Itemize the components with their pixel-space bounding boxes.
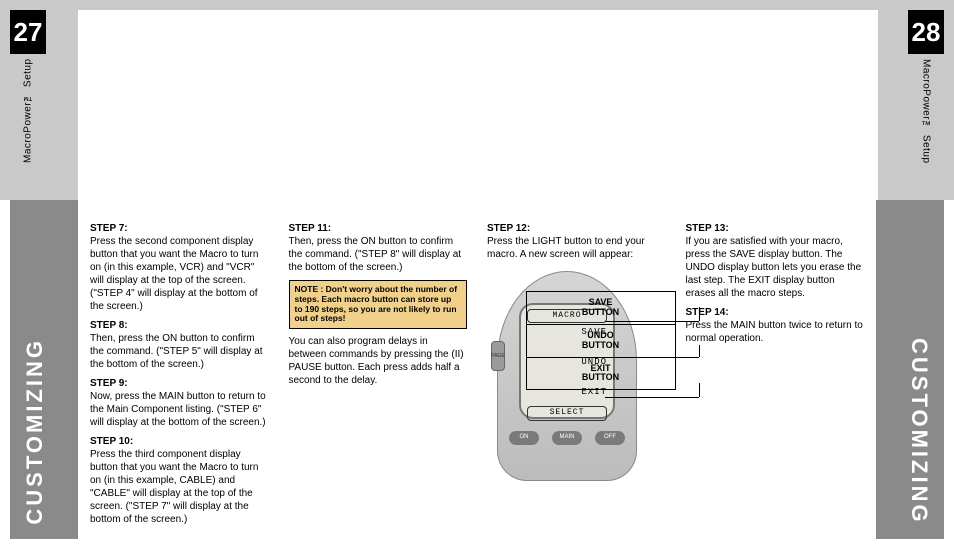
column-4: STEP 13: If you are satisfied with your … <box>686 222 865 533</box>
step-11-heading: STEP 11: <box>289 222 468 235</box>
section-tab-right: MacroPower™ Setup <box>908 56 944 166</box>
label-save-a: SAVE <box>589 297 613 307</box>
step-13-heading: STEP 13: <box>686 222 865 235</box>
step-11b-text: You can also program delays in between c… <box>289 335 468 387</box>
step-12-text: Press the LIGHT button to end your macro… <box>487 235 666 261</box>
on-button: ON <box>509 431 539 445</box>
section-tab-left: MacroPower™ Setup <box>10 56 46 166</box>
step-10-heading: STEP 10: <box>90 435 269 448</box>
leader-v-3 <box>699 383 700 397</box>
columns: STEP 7: Press the second component displ… <box>90 222 864 533</box>
step-8-heading: STEP 8: <box>90 319 269 332</box>
label-save-b: BUTTON <box>582 307 619 317</box>
step-13-text: If you are satisfied with your macro, pr… <box>686 235 865 300</box>
remote-diagram: PAGE MACRO SAVE UNDO EXIT SELECT ON MAIN… <box>487 271 666 461</box>
section-label-left: CUSTOMIZING <box>22 338 48 525</box>
column-1: STEP 7: Press the second component displ… <box>90 222 269 533</box>
page-side-button: PAGE <box>491 341 505 371</box>
column-2: STEP 11: Then, press the ON button to co… <box>289 222 468 533</box>
main-button: MAIN <box>552 431 582 445</box>
callout-labels: SAVE BUTTON UNDO BUTTON EXIT BUTTON <box>526 291 676 390</box>
leader-v-2 <box>699 345 700 357</box>
label-exit: EXIT BUTTON <box>527 358 675 390</box>
label-exit-a: EXIT <box>590 363 610 373</box>
step-10-text: Press the third component display button… <box>90 448 269 526</box>
label-undo: UNDO BUTTON <box>527 325 675 358</box>
step-9-text: Now, press the MAIN button to return to … <box>90 390 269 429</box>
step-9-heading: STEP 9: <box>90 377 269 390</box>
leader-line-3 <box>605 397 699 398</box>
leader-v-1 <box>699 307 700 321</box>
column-3: STEP 12: Press the LIGHT button to end y… <box>487 222 666 533</box>
note-box: NOTE : Don't worry about the number of s… <box>289 280 468 329</box>
label-undo-b: BUTTON <box>582 340 619 350</box>
step-12-heading: STEP 12: <box>487 222 666 235</box>
step-8-text: Then, press the ON button to confirm the… <box>90 332 269 371</box>
step-14-heading: STEP 14: <box>686 306 865 319</box>
step-7-text: Press the second component display butto… <box>90 235 269 313</box>
top-white-area <box>78 10 878 200</box>
section-label-right: CUSTOMIZING <box>906 338 932 525</box>
label-exit-b: BUTTON <box>582 372 619 382</box>
off-button: OFF <box>595 431 625 445</box>
screen-bottom: SELECT <box>527 406 607 420</box>
page-number-left: 27 <box>10 10 46 54</box>
step-11-text: Then, press the ON button to confirm the… <box>289 235 468 274</box>
step-14-text: Press the MAIN button twice to return to… <box>686 319 865 345</box>
bottom-area: CUSTOMIZING CUSTOMIZING STEP 7: Press th… <box>0 200 954 549</box>
label-save: SAVE BUTTON <box>527 292 675 325</box>
page-number-right: 28 <box>908 10 944 54</box>
step-7-heading: STEP 7: <box>90 222 269 235</box>
manual-spread: 27 28 MacroPower™ Setup MacroPower™ Setu… <box>0 0 954 549</box>
oval-button-row: ON MAIN OFF <box>509 431 625 445</box>
label-undo-a: UNDO <box>587 330 614 340</box>
